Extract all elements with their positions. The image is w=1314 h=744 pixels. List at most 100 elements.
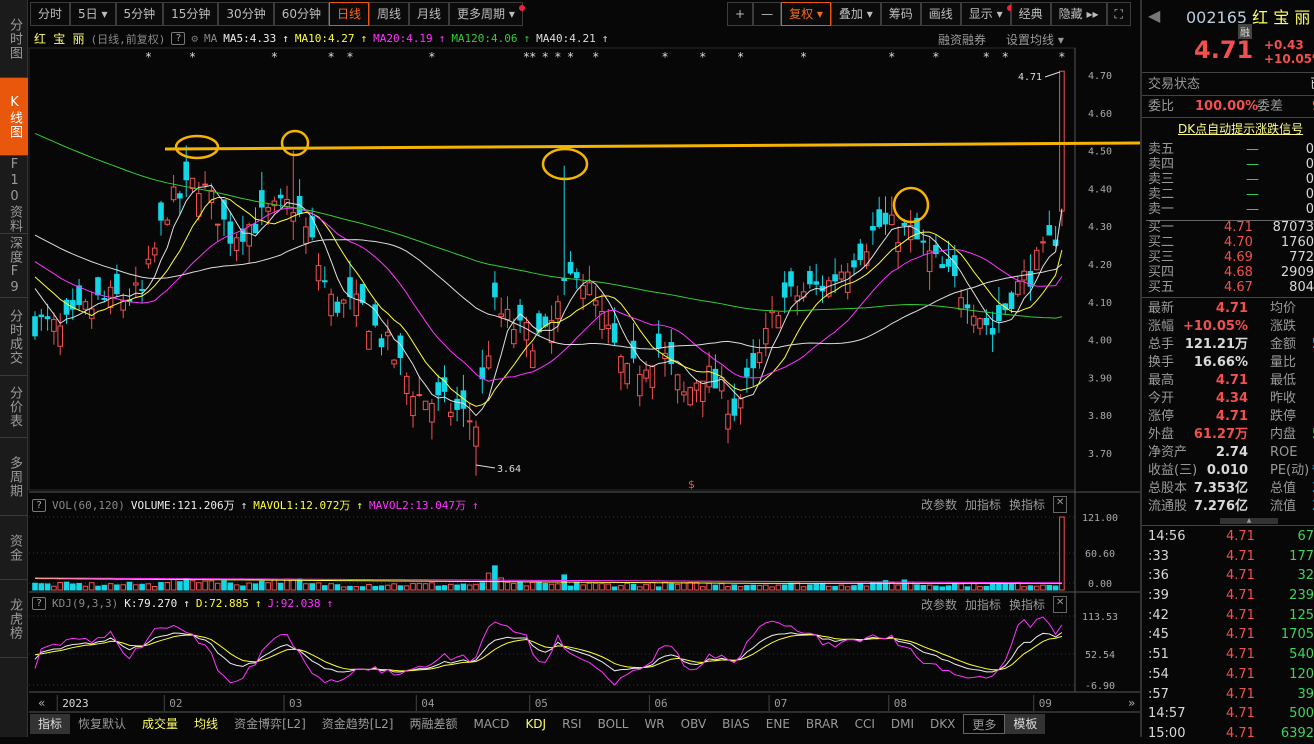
- sells-cell: 0: [1305, 202, 1314, 217]
- panel-link-1[interactable]: 加指标: [965, 596, 1001, 613]
- stats-row: 换手 16.66% 量比: [1146, 354, 1314, 372]
- stats-cell: 7.276亿: [1193, 499, 1248, 514]
- star-marker-icon: *: [983, 50, 989, 64]
- volume-bar: [706, 582, 712, 591]
- panel-link-0[interactable]: 改参数: [921, 596, 957, 613]
- mavol1-value: MAVOL1:12.072万: [253, 499, 351, 512]
- dk-signal-link[interactable]: DK点自动提示涨跌信号: [1178, 120, 1303, 137]
- candle-body: [340, 299, 347, 304]
- sells-cell: 0: [1305, 157, 1314, 172]
- kdj-tick: -6.90: [1085, 681, 1115, 692]
- vol-tick: 121.00: [1082, 513, 1118, 524]
- buys-cell: 87073: [1272, 220, 1314, 235]
- price-tick: 4.20: [1088, 260, 1112, 271]
- volume-bar: [1033, 585, 1040, 591]
- candle-body: [1008, 292, 1015, 310]
- ticks-cell: 120: [1289, 666, 1314, 682]
- stats-cell: 4.71: [1215, 301, 1248, 316]
- ticks-cell: 4.71: [1226, 588, 1255, 604]
- volume-bar: [933, 585, 939, 591]
- panel-link-1[interactable]: 加指标: [965, 496, 1001, 513]
- j-value: J:92.038: [267, 597, 321, 610]
- buys-row: 买一 4.71 87073: [1146, 220, 1314, 235]
- sells-cell: 卖五: [1148, 142, 1175, 157]
- ticks-row: :54 4.71 120: [1146, 665, 1314, 685]
- star-marker-icon: *: [738, 50, 744, 64]
- ticks-cell: 4.71: [1226, 666, 1255, 682]
- kline-chart[interactable]: 4.70 4.60 4.50 4.40 4.30 4.20 4.10 4.00 3.90 3.80…: [0, 0, 1140, 737]
- volume-bar: [227, 582, 234, 591]
- indicator-tab-4[interactable]: 资金博弈[L2]: [226, 714, 314, 734]
- indicator-tab-5[interactable]: 资金趋势[L2]: [314, 714, 402, 734]
- star-marker-icon: *: [889, 50, 895, 64]
- candle-body: [574, 272, 580, 279]
- panel-link-3[interactable]: ✕: [1053, 596, 1068, 613]
- candle-body: [378, 338, 385, 348]
- volume-bar: [1002, 583, 1009, 591]
- panel-link-0[interactable]: 改参数: [921, 496, 957, 513]
- candle-body: [366, 331, 372, 350]
- indicator-tab-18[interactable]: DKX: [922, 714, 963, 734]
- indicator-tab-0[interactable]: 指标: [30, 714, 71, 734]
- indicator-tab-14[interactable]: ENE: [758, 714, 798, 734]
- candle-body: [693, 382, 700, 391]
- ticks-cell: 4.71: [1226, 706, 1255, 722]
- volume-bar: [38, 583, 45, 591]
- indicator-tab-20[interactable]: 模板: [1005, 714, 1046, 734]
- volume-bar: [637, 586, 643, 591]
- indicator-tab-19[interactable]: 更多: [963, 714, 1006, 734]
- indicator-tab-2[interactable]: 成交量: [134, 714, 186, 734]
- indicator-tab-6[interactable]: 两融差额: [401, 714, 465, 734]
- volume-bar: [259, 580, 265, 591]
- candle-body: [687, 387, 694, 406]
- stats-cell: 涨停: [1148, 409, 1175, 424]
- candle-body: [359, 284, 366, 304]
- panel-link-3[interactable]: ✕: [1053, 496, 1068, 513]
- ticks-row: :45 4.71 1705: [1146, 625, 1314, 645]
- indicator-tab-9[interactable]: RSI: [554, 714, 590, 734]
- indicator-tab-12[interactable]: OBV: [673, 714, 715, 734]
- volume-bar: [529, 581, 536, 591]
- candle-body: [32, 316, 38, 337]
- indicator-tab-11[interactable]: WR: [636, 714, 672, 734]
- volume-bar: [662, 581, 668, 591]
- panel-link-2[interactable]: 换指标: [1009, 596, 1045, 613]
- candle-body: [775, 315, 782, 329]
- indicator-tab-1[interactable]: 恢复默认: [70, 714, 134, 734]
- star-marker-icon: *: [347, 50, 353, 64]
- stats-cell: 净资产: [1148, 445, 1188, 460]
- collapse-handle[interactable]: ▲: [1220, 518, 1278, 524]
- panel-link-2[interactable]: 换指标: [1009, 496, 1045, 513]
- candle-body: [611, 323, 618, 343]
- candle-body: [133, 282, 139, 286]
- candle-body: [731, 398, 738, 416]
- star-marker-icon: *: [662, 50, 668, 64]
- candle-body: [511, 329, 517, 345]
- indicator-tab-10[interactable]: BOLL: [590, 714, 637, 734]
- indicator-tab-8[interactable]: KDJ: [517, 714, 554, 734]
- help-button[interactable]: ?: [32, 498, 47, 512]
- indicator-tab-3[interactable]: 均线: [186, 714, 226, 734]
- back-arrow-icon[interactable]: ◀: [1148, 6, 1160, 25]
- indicator-tab-7[interactable]: MACD: [465, 714, 517, 734]
- candle-body: [372, 304, 378, 326]
- ticks-cell: 500: [1289, 706, 1314, 722]
- month-label: 02: [169, 697, 182, 710]
- volume-bar: [895, 584, 901, 591]
- volume-bar: [504, 581, 511, 591]
- indicator-tab-17[interactable]: DMI: [883, 714, 922, 734]
- ticks-cell: 67: [1297, 529, 1314, 544]
- help-button[interactable]: ?: [32, 597, 47, 610]
- highlight-circle: [174, 134, 220, 160]
- candle-body: [958, 297, 964, 310]
- indicator-tab-16[interactable]: CCI: [847, 714, 883, 734]
- order-ratio-label: 委比: [1148, 99, 1175, 114]
- indicator-tab-15[interactable]: BRAR: [798, 714, 847, 734]
- candle-body: [259, 190, 265, 208]
- ma5-line: [34, 184, 1063, 417]
- star-marker-icon: *: [801, 50, 807, 64]
- stats-cell: 收益(三): [1148, 463, 1198, 478]
- volume-bar: [95, 585, 101, 591]
- indicator-tab-13[interactable]: BIAS: [714, 714, 758, 734]
- ticks-cell: 6392: [1280, 725, 1314, 741]
